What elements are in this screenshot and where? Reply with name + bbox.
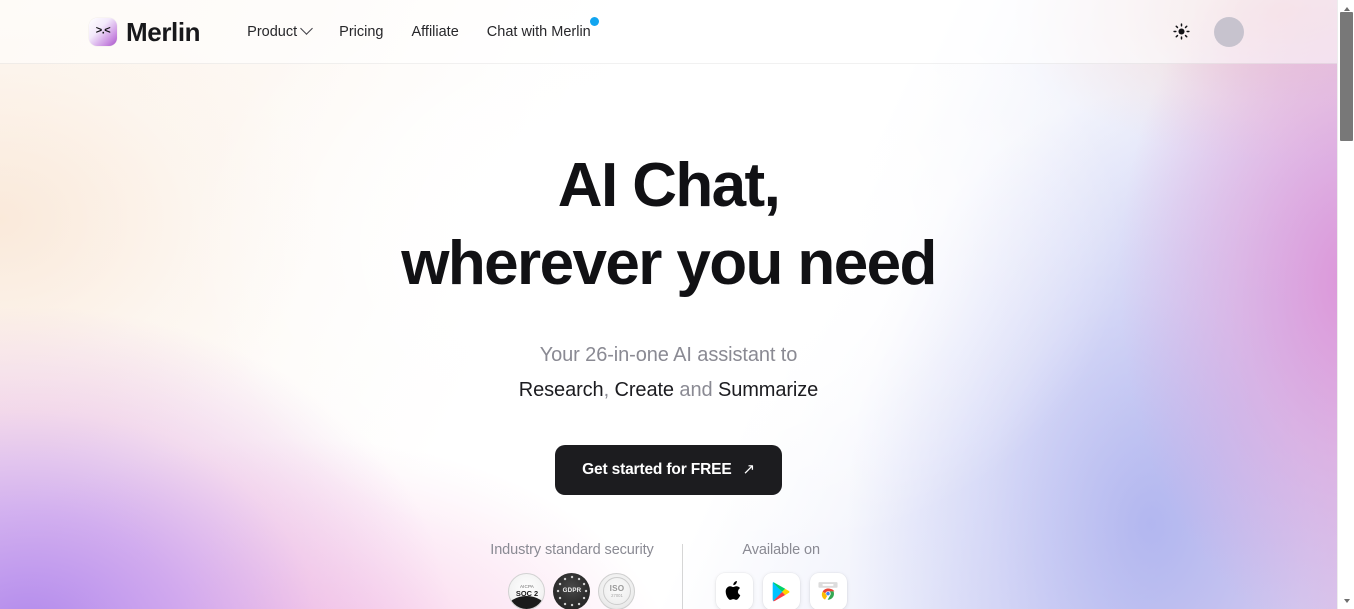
avatar[interactable] bbox=[1214, 16, 1244, 47]
page-root: >.< Merlin Product Pricing Affiliate Cha… bbox=[0, 0, 1354, 609]
theme-toggle-button[interactable] bbox=[1170, 21, 1192, 43]
nav-item-affiliate-label: Affiliate bbox=[411, 23, 459, 40]
hero-title-line-2: wherever you need bbox=[401, 229, 937, 299]
scrollbar-down-button[interactable] bbox=[1338, 592, 1354, 609]
security-label: Industry standard security bbox=[490, 541, 654, 558]
aicpa-soc2-badge-icon: AICPA SOC 2 bbox=[508, 572, 546, 609]
get-started-button-label: Get started for FREE bbox=[582, 460, 732, 478]
google-play-icon bbox=[772, 581, 790, 602]
soc2-line-2: SOC 2 bbox=[515, 589, 539, 599]
hero-keyword-research: Research bbox=[518, 379, 604, 402]
hero-subtitle-line-1: Your 26-in-one AI assistant to bbox=[539, 344, 798, 367]
nav-links: Product Pricing Affiliate Chat with Merl… bbox=[247, 16, 605, 48]
chrome-web-store-button[interactable] bbox=[809, 572, 847, 609]
vertical-scrollbar[interactable] bbox=[1337, 0, 1354, 609]
hero-title-line-1: AI Chat, bbox=[557, 151, 781, 220]
available-on-column: Available on bbox=[683, 542, 847, 609]
get-started-button[interactable]: Get started for FREE ↗ bbox=[555, 444, 782, 495]
scroll-down-arrow-icon bbox=[1343, 598, 1350, 603]
gdpr-badge-icon: GDPR bbox=[553, 572, 591, 609]
top-navbar: >.< Merlin Product Pricing Affiliate Cha… bbox=[0, 0, 1337, 64]
chrome-web-store-icon bbox=[818, 582, 838, 601]
iso-line-1: ISO bbox=[609, 583, 625, 593]
brand-name: Merlin bbox=[126, 16, 201, 47]
security-badge-group: AICPA SOC 2 GDPR ISO 27001 bbox=[508, 572, 636, 609]
apple-icon bbox=[725, 581, 740, 601]
page-title: AI Chat, wherever you need bbox=[401, 147, 937, 303]
nav-item-chat-with-merlin-label: Chat with Merlin bbox=[486, 23, 591, 40]
arrow-up-right-icon: ↗ bbox=[742, 461, 756, 479]
nav-item-product-label: Product bbox=[247, 23, 298, 40]
apple-app-store-button[interactable] bbox=[715, 572, 753, 609]
scrollbar-thumb[interactable] bbox=[1340, 12, 1353, 141]
security-column: Industry standard security AICPA SOC 2 G… bbox=[490, 542, 681, 609]
brand-logo[interactable]: >.< Merlin bbox=[89, 16, 201, 47]
scroll-up-arrow-icon bbox=[1343, 6, 1350, 11]
iso-line-2: 27001 bbox=[611, 592, 623, 598]
hero-subtitle-and: and bbox=[679, 379, 713, 402]
notification-dot-icon bbox=[589, 16, 599, 26]
nav-item-pricing[interactable]: Pricing bbox=[325, 16, 397, 48]
logo-face-glyph: >.< bbox=[95, 24, 111, 37]
hero-section: AI Chat, wherever you need Your 26-in-on… bbox=[0, 64, 1337, 609]
hero-keyword-summarize: Summarize bbox=[717, 379, 819, 402]
available-on-label: Available on bbox=[742, 541, 820, 558]
hero-keyword-create: Create bbox=[614, 379, 675, 402]
merlin-logo-icon: >.< bbox=[89, 17, 117, 46]
browser-viewport: >.< Merlin Product Pricing Affiliate Cha… bbox=[0, 0, 1337, 609]
nav-item-pricing-label: Pricing bbox=[339, 23, 384, 40]
trust-row: Industry standard security AICPA SOC 2 G… bbox=[490, 542, 847, 609]
iso-badge-icon: ISO 27001 bbox=[598, 572, 636, 609]
nav-item-product[interactable]: Product bbox=[247, 16, 325, 48]
nav-item-affiliate[interactable]: Affiliate bbox=[397, 16, 472, 48]
hero-subtitle-comma: , bbox=[603, 379, 610, 402]
gdpr-label: GDPR bbox=[562, 587, 582, 595]
store-badge-group bbox=[715, 572, 847, 609]
google-play-store-button[interactable] bbox=[762, 572, 800, 609]
nav-item-chat-with-merlin[interactable]: Chat with Merlin bbox=[473, 16, 605, 48]
chevron-down-icon bbox=[300, 22, 314, 35]
navbar-right-controls bbox=[1170, 16, 1244, 47]
hero-subtitle: Your 26-in-one AI assistant to Research,… bbox=[518, 338, 819, 408]
sun-icon bbox=[1172, 23, 1190, 40]
